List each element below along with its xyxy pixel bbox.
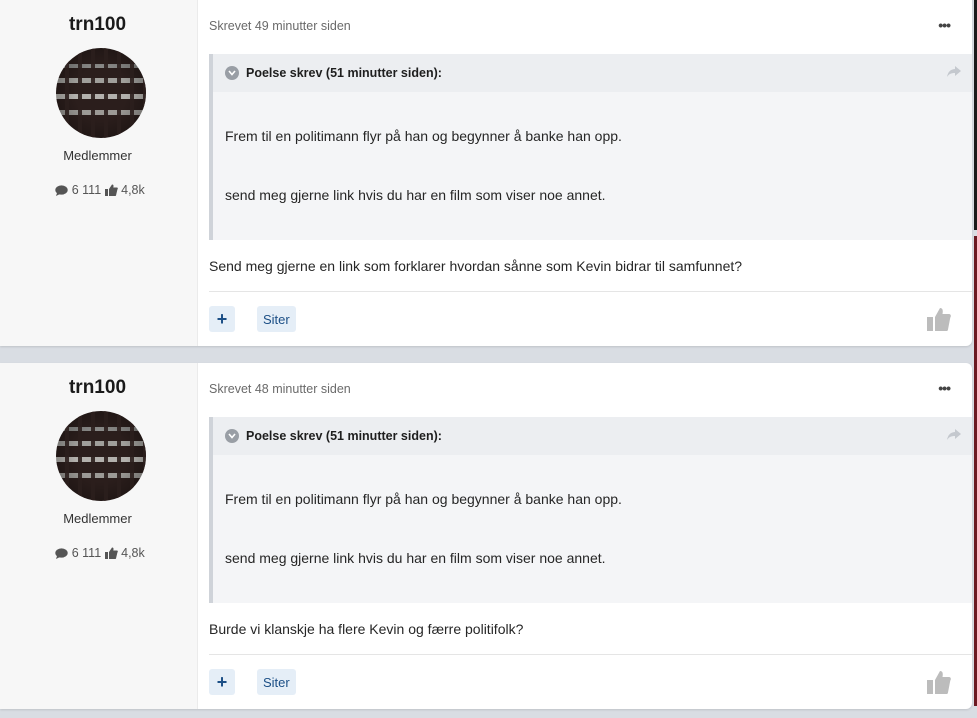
multiquote-button[interactable]: +: [209, 306, 235, 332]
author-name[interactable]: trn100: [0, 377, 195, 399]
author-stats: 6 111 4,8k: [0, 546, 200, 560]
chevron-down-icon[interactable]: [225, 429, 239, 443]
quote-button[interactable]: Siter: [257, 306, 296, 332]
quote-author: Poelse skrev (51 minutter siden):: [246, 429, 442, 443]
author-panel: trn100 Medlemmer 6 111 4,8k: [0, 363, 198, 709]
post-content: Skrevet 48 minutter siden ••• Poelse skr…: [198, 363, 972, 709]
comment-icon: [55, 546, 68, 560]
quote-text: Frem til en politimann flyr på han og be…: [225, 491, 622, 507]
chevron-down-icon[interactable]: [225, 66, 239, 80]
quote-text: Frem til en politimann flyr på han og be…: [225, 128, 622, 144]
author-rank: Medlemmer: [63, 511, 132, 526]
avatar[interactable]: [56, 48, 146, 138]
author-stats: 6 111 4,8k: [0, 183, 200, 197]
ellipsis-icon[interactable]: •••: [938, 17, 951, 33]
avatar[interactable]: [56, 411, 146, 501]
post-timestamp[interactable]: Skrevet 49 minutter siden: [209, 19, 351, 33]
quote-button[interactable]: Siter: [257, 669, 296, 695]
multiquote-button[interactable]: +: [209, 669, 235, 695]
share-icon[interactable]: [947, 66, 961, 81]
ellipsis-icon[interactable]: •••: [938, 380, 951, 396]
thumbs-up-icon: [104, 183, 118, 197]
forum-post: trn100 Medlemmer 6 111 4,8k Skrevet 49 m…: [0, 0, 972, 346]
thumbs-up-icon: [104, 546, 118, 560]
reputation-count: 4,8k: [121, 546, 145, 560]
quote-text: send meg gjerne link hvis du har en film…: [225, 187, 606, 203]
author-name[interactable]: trn100: [0, 14, 195, 36]
post-body: Burde vi klanskje ha flere Kevin og færr…: [209, 621, 524, 637]
quote-author: Poelse skrev (51 minutter siden):: [246, 66, 442, 80]
post-content: Skrevet 49 minutter siden ••• Poelse skr…: [198, 0, 972, 346]
post-count: 6 111: [71, 183, 102, 197]
share-icon[interactable]: [947, 429, 961, 444]
comment-icon: [55, 183, 68, 197]
like-icon[interactable]: [926, 669, 952, 700]
forum-post: trn100 Medlemmer 6 111 4,8k Skrevet 48 m…: [0, 363, 972, 709]
author-panel: trn100 Medlemmer 6 111 4,8k: [0, 0, 198, 346]
author-rank: Medlemmer: [63, 148, 132, 163]
post-body: Send meg gjerne en link som forklarer hv…: [209, 258, 743, 274]
quote-block: Poelse skrev (51 minutter siden): Frem t…: [209, 417, 972, 603]
reputation-count: 4,8k: [121, 183, 145, 197]
post-count: 6 111: [71, 546, 102, 560]
like-icon[interactable]: [926, 306, 952, 337]
quote-block: Poelse skrev (51 minutter siden): Frem t…: [209, 54, 972, 240]
quote-header: Poelse skrev (51 minutter siden):: [213, 54, 972, 92]
quote-header: Poelse skrev (51 minutter siden):: [213, 417, 972, 455]
divider: [209, 291, 972, 292]
quote-text: send meg gjerne link hvis du har en film…: [225, 550, 606, 566]
post-timestamp[interactable]: Skrevet 48 minutter siden: [209, 382, 351, 396]
divider: [209, 654, 972, 655]
